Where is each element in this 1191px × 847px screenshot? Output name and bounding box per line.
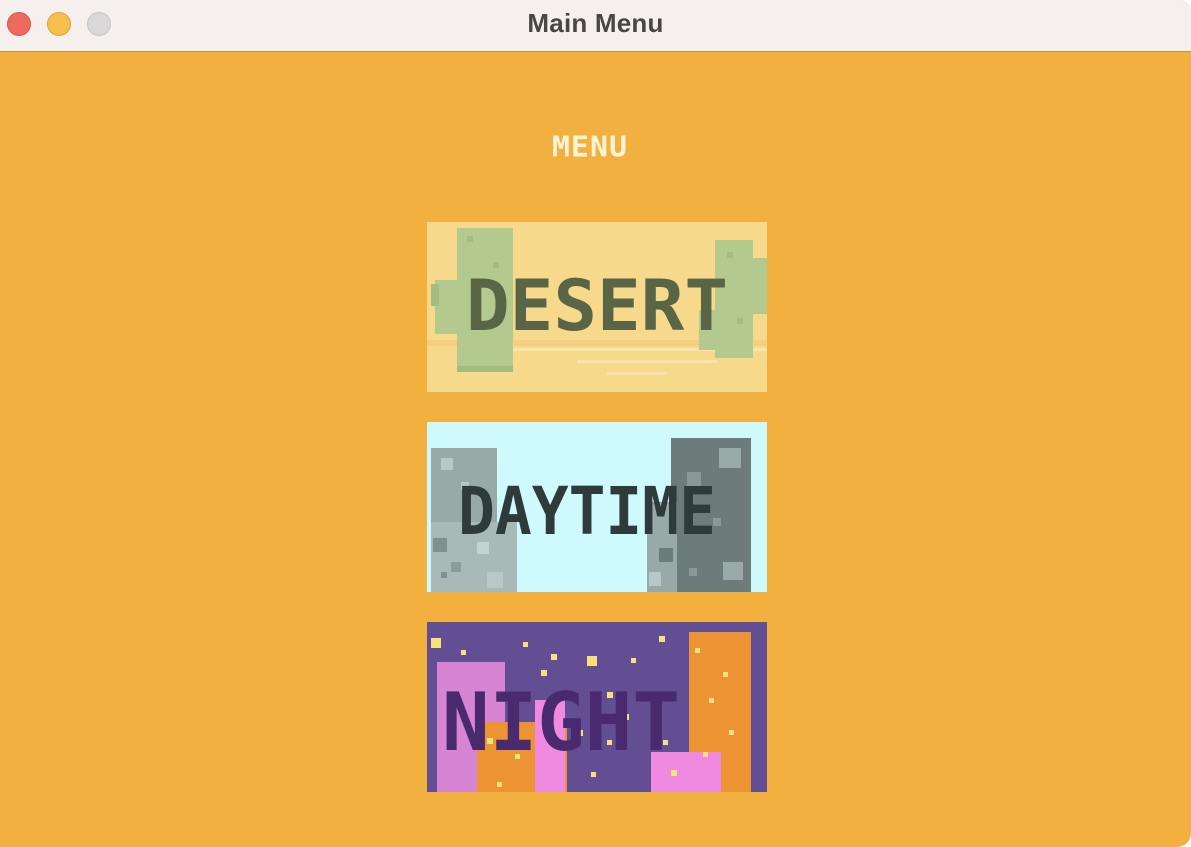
desert-button[interactable]: DESERT xyxy=(427,222,767,392)
daytime-button[interactable]: DAYTIME xyxy=(427,422,767,592)
night-scene-art: NIGHT xyxy=(427,622,767,792)
menu-heading: MENU xyxy=(551,130,629,165)
night-button[interactable]: NIGHT xyxy=(427,622,767,792)
daytime-scene-art: DAYTIME xyxy=(427,422,767,592)
desert-scene-art: DESERT xyxy=(427,222,767,392)
title-bar: Main Menu xyxy=(0,0,1191,52)
main-menu-area: MENU DESERT DAYTIME NIGHT xyxy=(0,52,1191,847)
night-button-label: NIGHT xyxy=(442,676,680,769)
desert-button-label: DESERT xyxy=(466,265,728,347)
app-window: Main Menu MENU DESERT DAYTIME NIGHT xyxy=(0,0,1191,847)
window-title: Main Menu xyxy=(527,8,664,38)
daytime-button-label: DAYTIME xyxy=(458,473,716,550)
